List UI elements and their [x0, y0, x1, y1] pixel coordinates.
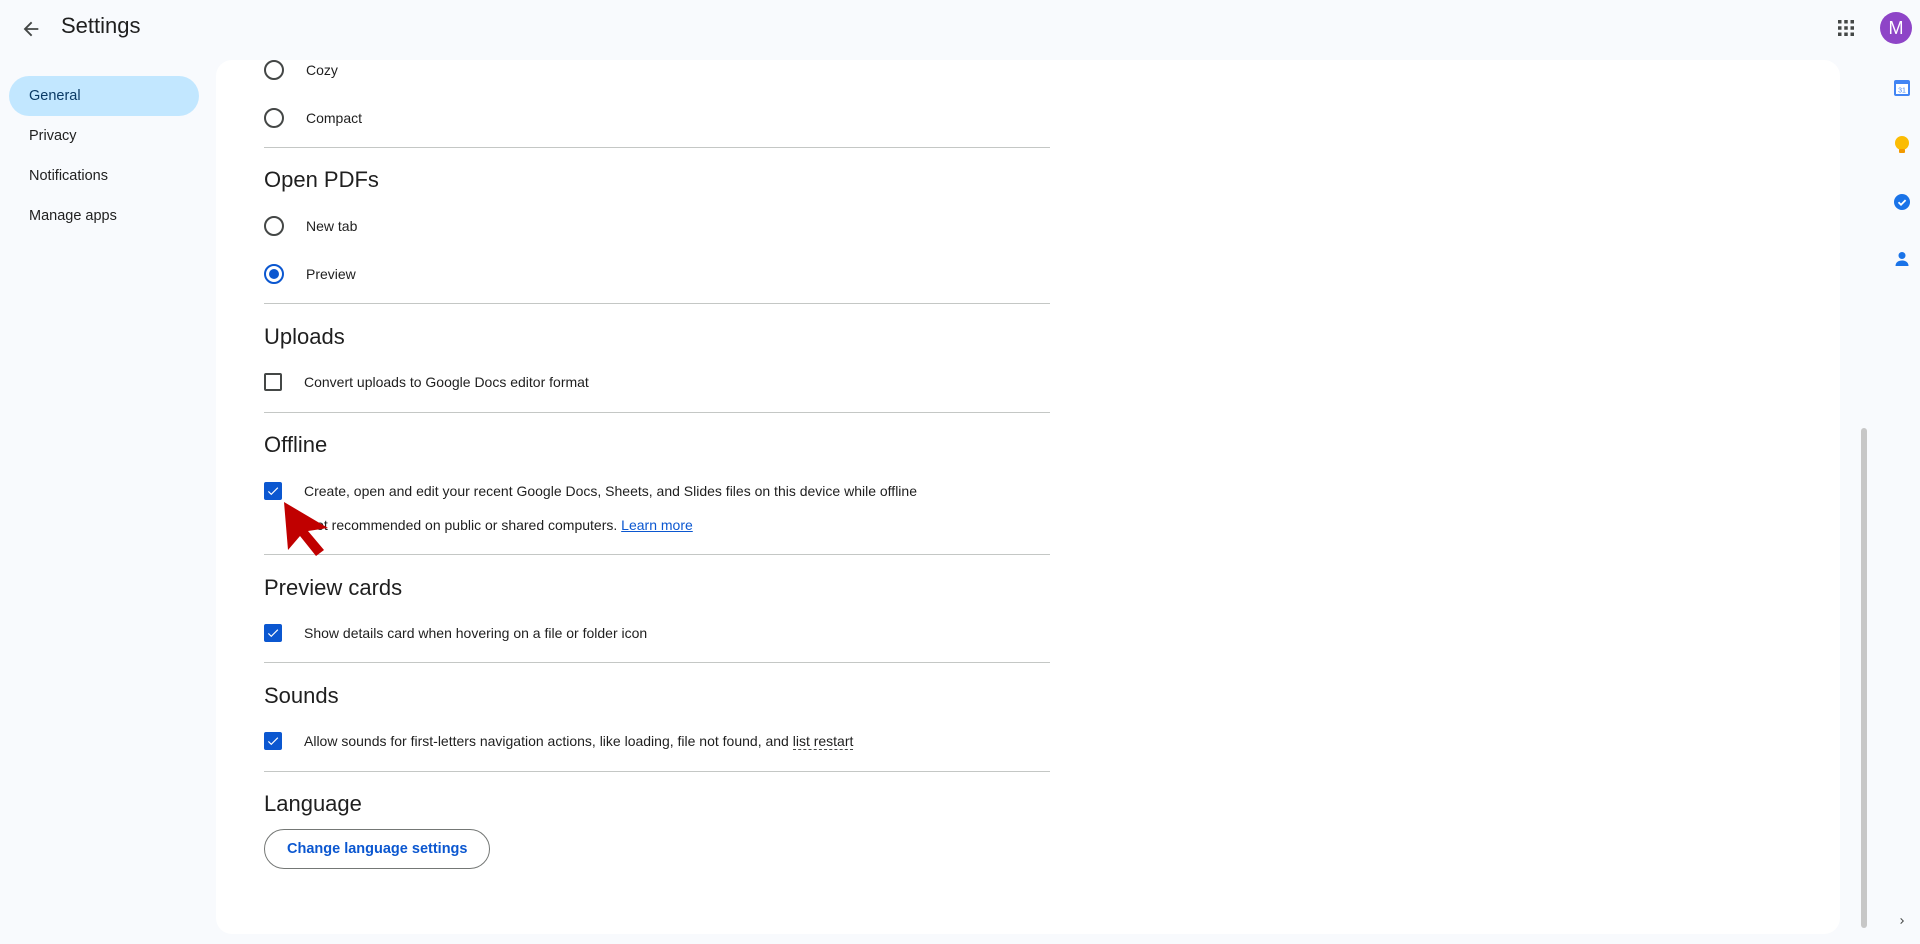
chevron-right-icon [1900, 918, 1904, 924]
option-label: Allow sounds for first-letters navigatio… [304, 733, 854, 750]
tasks-icon[interactable] [1891, 191, 1913, 213]
back-button[interactable] [16, 14, 46, 44]
option-label: Convert uploads to Google Docs editor fo… [304, 374, 589, 390]
app-header: Settings M [0, 0, 1920, 58]
nav-item-manage-apps[interactable]: Manage apps [9, 196, 199, 236]
page-title: Settings [61, 13, 141, 38]
offline-note-text: Not recommended on public or shared comp… [306, 517, 618, 533]
checkbox[interactable] [264, 373, 282, 391]
account-avatar[interactable]: M [1880, 12, 1912, 44]
calendar-svg: 31 [1894, 80, 1910, 96]
contacts-icon[interactable] [1891, 248, 1913, 270]
section-divider [264, 147, 1050, 148]
option-label: Preview [306, 266, 356, 282]
keep-icon[interactable] [1891, 134, 1913, 156]
expand-panel-button[interactable] [1893, 912, 1911, 930]
option-label: Show details card when hovering on a fil… [304, 625, 648, 641]
settings-nav: General Privacy Notifications Manage app… [9, 76, 199, 236]
learn-more-link[interactable]: Learn more [621, 517, 693, 533]
section-divider [264, 554, 1050, 555]
check-icon [267, 629, 279, 638]
section-title-open-pdfs: Open PDFs [264, 167, 379, 192]
section-title-preview-cards: Preview cards [264, 575, 403, 600]
change-language-button[interactable]: Change language settings [264, 829, 491, 869]
checkbox-checked[interactable] [264, 482, 282, 500]
section-title-language: Language [264, 791, 362, 816]
option-label: Compact [306, 110, 363, 126]
option-label: Create, open and edit your recent Google… [304, 483, 917, 499]
nav-item-notifications[interactable]: Notifications [9, 156, 199, 196]
sounds-option[interactable]: Allow sounds for first-letters navigatio… [264, 727, 854, 755]
pdf-option-preview[interactable]: Preview [264, 260, 356, 288]
density-option-compact[interactable]: Compact [264, 104, 362, 132]
radio-button[interactable] [264, 60, 284, 80]
check-icon [267, 487, 279, 496]
check-icon [267, 737, 279, 746]
calendar-icon[interactable]: 31 [1891, 77, 1913, 99]
section-divider [264, 412, 1050, 413]
nav-item-privacy[interactable]: Privacy [9, 116, 199, 156]
option-label: New tab [306, 218, 358, 234]
apps-grid-icon [1838, 20, 1854, 36]
apps-button[interactable] [1833, 15, 1859, 41]
section-divider [264, 771, 1050, 772]
preview-cards-option[interactable]: Show details card when hovering on a fil… [264, 619, 647, 647]
arrow-back-icon [23, 21, 39, 37]
scrollbar-thumb[interactable] [1861, 428, 1867, 928]
radio-button-selected[interactable] [264, 264, 284, 284]
radio-button[interactable] [264, 108, 284, 128]
section-divider [264, 303, 1050, 304]
tasks-svg [1894, 194, 1910, 210]
list-restart-term[interactable]: list restart [792, 733, 854, 750]
section-title-offline: Offline [264, 432, 328, 457]
checkbox-checked[interactable] [264, 624, 282, 642]
pdf-option-new-tab[interactable]: New tab [264, 212, 357, 240]
offline-option[interactable]: Create, open and edit your recent Google… [264, 477, 917, 505]
keep-bulb-svg [1895, 136, 1909, 153]
contacts-svg [1895, 252, 1909, 266]
density-option-cozy[interactable]: Cozy [264, 56, 338, 84]
nav-item-general[interactable]: General [9, 76, 199, 116]
calendar-day: 31 [1898, 88, 1906, 95]
uploads-convert-option[interactable]: Convert uploads to Google Docs editor fo… [264, 368, 589, 396]
option-label-text: Allow sounds for first-letters navigatio… [304, 733, 793, 749]
mouse-cursor-icon [284, 502, 328, 556]
radio-button[interactable] [264, 216, 284, 236]
section-title-uploads: Uploads [264, 324, 345, 349]
offline-note: Not recommended on public or shared comp… [306, 517, 693, 533]
option-label: Cozy [306, 62, 338, 78]
section-title-sounds: Sounds [264, 683, 339, 708]
section-divider [264, 662, 1050, 663]
checkbox-checked[interactable] [264, 732, 282, 750]
